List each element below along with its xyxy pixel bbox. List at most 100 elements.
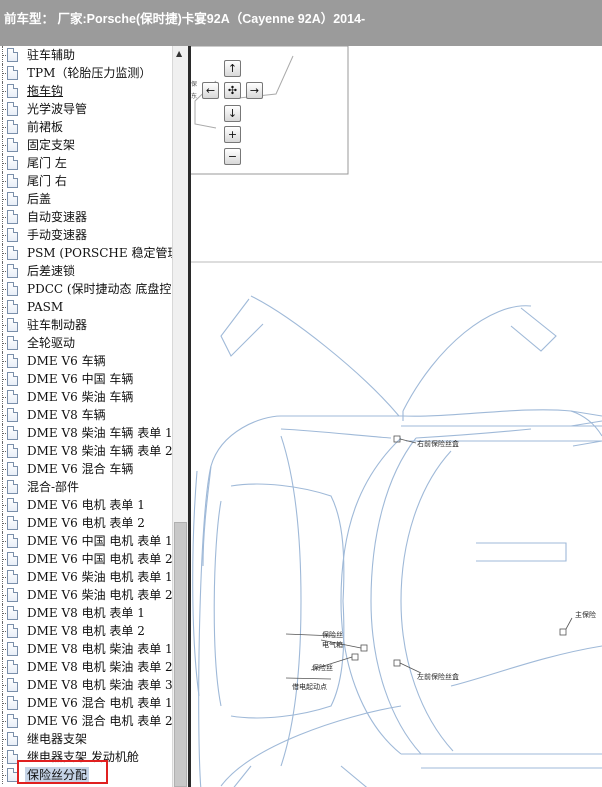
tree-item[interactable]: DME V8 车辆 (0, 406, 172, 424)
tree-scrollbar[interactable]: ▲ (172, 46, 188, 787)
tree-item[interactable]: DME V6 柴油 车辆 (0, 388, 172, 406)
tree-item-label: DME V8 电机 表单 1 (27, 606, 145, 620)
scroll-thumb[interactable] (174, 522, 187, 787)
tree-item[interactable]: 后差速锁 (0, 262, 172, 280)
tree-item[interactable]: PDCC (保时捷动态 底盘控 (0, 280, 172, 298)
tree-item-label: 固定支架 (27, 138, 76, 152)
tree-item-label: PDCC (保时捷动态 底盘控 (27, 282, 172, 296)
document-icon (7, 516, 18, 530)
tree-item-label: DME V6 车辆 (27, 354, 106, 368)
tree-item[interactable]: DME V6 中国 电机 表单 1 (0, 532, 172, 550)
vehicle-title: 前车型： 厂家:Porsche(保时捷)卡宴92A（Cayenne 92A）20… (4, 12, 366, 26)
document-icon (7, 588, 18, 602)
tree-item[interactable]: DME V6 电机 表单 2 (0, 514, 172, 532)
tree-item-label: DME V8 电机 柴油 表单 1 (27, 642, 172, 656)
tree-item[interactable]: TPM（轮胎压力监测） (0, 64, 172, 82)
tree-item-label: TPM（轮胎压力监测） (27, 66, 152, 80)
tree-item[interactable]: 继电器支架 (0, 730, 172, 748)
center-button[interactable]: ✣ (224, 82, 241, 99)
tree-item[interactable]: 固定支架 (0, 136, 172, 154)
document-icon (7, 264, 18, 278)
diagram-viewer[interactable]: 保 东 右前保险丝盒 左前保险丝盒 保险丝 电气箱 保险丝 借电起动点 主保险 … (191, 46, 602, 787)
tree-item[interactable]: DME V8 电机 表单 2 (0, 622, 172, 640)
tree-item[interactable]: 尾门 左 (0, 154, 172, 172)
title-bar: 前车型： 厂家:Porsche(保时捷)卡宴92A（Cayenne 92A）20… (0, 0, 602, 46)
tree-item-label: PSM (PORSCHE 稳定管理 (27, 246, 172, 260)
right-front-fuse-marker (393, 435, 401, 443)
tree-item-label: DME V8 柴油 车辆 表单 2 (27, 444, 172, 458)
document-icon (7, 696, 18, 710)
tree-item[interactable]: DME V8 电机 柴油 表单 3 (0, 676, 172, 694)
tree-item-label: 前裙板 (27, 120, 64, 134)
tree-item[interactable]: DME V6 中国 车辆 (0, 370, 172, 388)
document-icon (7, 534, 18, 548)
tree-item[interactable]: DME V6 电机 表单 1 (0, 496, 172, 514)
tree-item-label: 继电器支架 (27, 732, 88, 746)
tree-item[interactable]: DME V6 柴油 电机 表单 2 (0, 586, 172, 604)
zoom-out-button[interactable]: − (224, 148, 241, 165)
tree-item-label: DME V8 电机 柴油 表单 2 (27, 660, 172, 674)
pan-up-button[interactable]: ↑ (224, 60, 241, 77)
tree-item-label: DME V6 电机 表单 2 (27, 516, 145, 530)
tree-item[interactable]: DME V6 混合 电机 表单 2 (0, 712, 172, 730)
left-front-fuse-box-label: 左前保险丝盒 (417, 672, 459, 681)
document-icon (7, 84, 18, 98)
tree-item[interactable]: 尾门 右 (0, 172, 172, 190)
tree-item[interactable]: 全轮驱动 (0, 334, 172, 352)
document-icon (7, 228, 18, 242)
document-icon (7, 192, 18, 206)
tree-item[interactable]: 驻车制动器 (0, 316, 172, 334)
tree-item[interactable]: DME V6 车辆 (0, 352, 172, 370)
selection-highlight-box (17, 760, 108, 784)
zoom-in-button[interactable]: + (224, 126, 241, 143)
tree-item[interactable]: 拖车钩 (0, 82, 172, 100)
tree-item[interactable]: PASM (0, 298, 172, 316)
tree-item[interactable]: DME V8 电机 表单 1 (0, 604, 172, 622)
document-icon (7, 624, 18, 638)
fuse-marker (351, 653, 359, 661)
document-icon (7, 354, 18, 368)
document-icon (7, 48, 18, 62)
tree-item[interactable]: 手动变速器 (0, 226, 172, 244)
main-fuse-marker (559, 628, 567, 636)
tree-item-label: 驻车制动器 (27, 318, 88, 332)
tree-item-label: DME V8 电机 表单 2 (27, 624, 145, 638)
document-icon (7, 444, 18, 458)
tree-item[interactable]: DME V6 中国 电机 表单 2 (0, 550, 172, 568)
tree-item[interactable]: 自动变速器 (0, 208, 172, 226)
tree-item-label: DME V6 柴油 车辆 (27, 390, 134, 404)
document-icon (7, 390, 18, 404)
document-icon (7, 570, 18, 584)
tree-item-label: DME V6 柴油 电机 表单 1 (27, 570, 172, 584)
component-tree[interactable]: 驻车辅助 TPM（轮胎压力监测） 拖车钩 光学波导管前裙板固定支架尾门 左尾门 右后盖… (0, 46, 172, 787)
tree-item[interactable]: DME V8 柴油 车辆 表单 2 (0, 442, 172, 460)
tree-item-label: DME V6 混合 电机 表单 1 (27, 696, 172, 710)
tree-item-label: DME V8 柴油 车辆 表单 1 (27, 426, 172, 440)
tree-item[interactable]: 驻车辅助 (0, 46, 172, 64)
tree-item-label: 手动变速器 (27, 228, 88, 242)
tree-item[interactable]: DME V6 混合 车辆 (0, 460, 172, 478)
tree-item[interactable]: DME V8 电机 柴油 表单 2 (0, 658, 172, 676)
tree-item[interactable]: DME V6 混合 电机 表单 1 (0, 694, 172, 712)
tree-item[interactable]: 前裙板 (0, 118, 172, 136)
tree-item[interactable]: 后盖 (0, 190, 172, 208)
document-icon (7, 714, 18, 728)
tree-item[interactable]: PSM (PORSCHE 稳定管理 (0, 244, 172, 262)
fuse-location-diagram: 保 东 右前保险丝盒 左前保险丝盒 保险丝 电气箱 保险丝 借电起动点 主保险 (191, 46, 602, 787)
document-icon (7, 480, 18, 494)
pan-left-button[interactable]: ← (202, 82, 219, 99)
tree-item-label: DME V6 混合 电机 表单 2 (27, 714, 172, 728)
pan-right-button[interactable]: → (246, 82, 263, 99)
jump-start-point-label: 借电起动点 (292, 682, 327, 691)
electric-box-fuse-marker (360, 644, 368, 652)
scroll-up-arrow-icon[interactable]: ▲ (176, 50, 182, 58)
document-icon (7, 66, 18, 80)
inset-partial-label-1: 保 (191, 80, 197, 88)
tree-item[interactable]: DME V8 电机 柴油 表单 1 (0, 640, 172, 658)
document-icon (7, 678, 18, 692)
tree-item[interactable]: DME V6 柴油 电机 表单 1 (0, 568, 172, 586)
pan-down-button[interactable]: ↓ (224, 105, 241, 122)
tree-item[interactable]: DME V8 柴油 车辆 表单 1 (0, 424, 172, 442)
tree-item[interactable]: 光学波导管 (0, 100, 172, 118)
tree-item[interactable]: 混合-部件 (0, 478, 172, 496)
